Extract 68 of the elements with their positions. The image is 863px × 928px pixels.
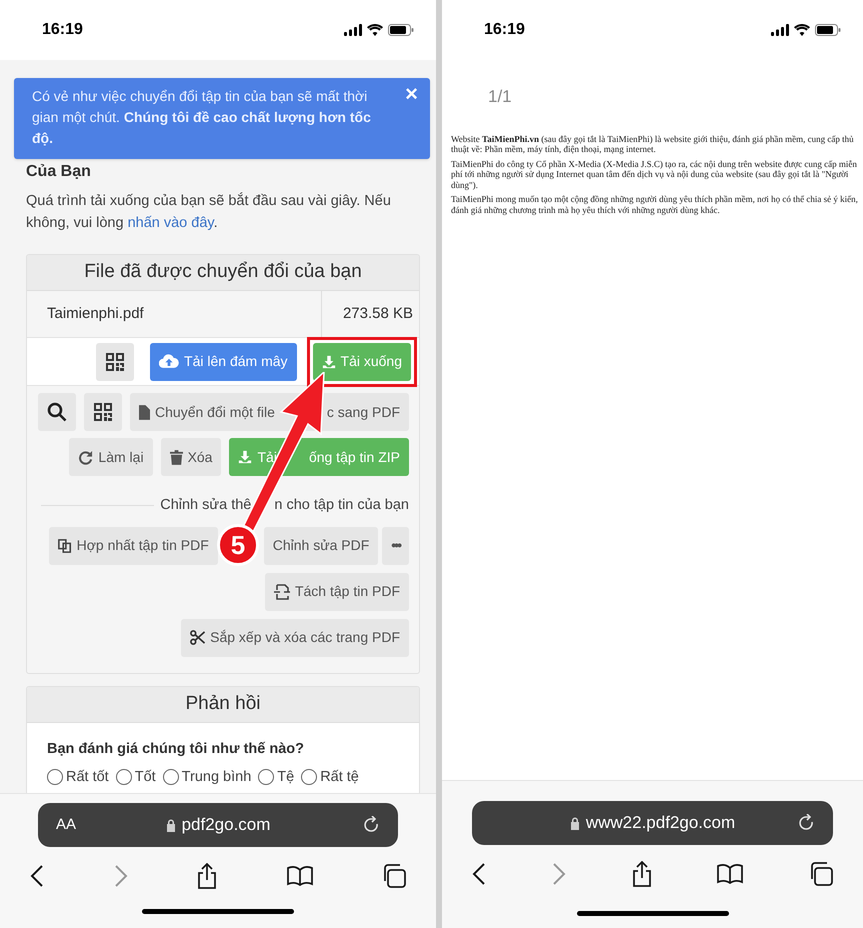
battery-icon (815, 24, 841, 36)
book-icon[interactable] (717, 864, 744, 884)
text-size-button[interactable]: AA (56, 814, 96, 836)
search-icon (47, 402, 68, 422)
action-button[interactable]: Làm lại (69, 438, 153, 476)
qr-code-icon (105, 352, 126, 372)
action-button[interactable]: Hợp nhất tập tin PDF (48, 526, 218, 565)
address-bar[interactable]: www22.pdf2go.com (472, 801, 833, 845)
tabs-icon[interactable] (382, 864, 406, 888)
card-title: File đã được chuyển đổi của bạn (27, 255, 419, 291)
back-icon[interactable] (472, 863, 486, 885)
document-paragraph: TaiMienPhi do công ty Cổ phần X-Media (X-Media J.S.C) tạo ra, các nội dung trên website được cung cấp miễn phí tới những người sử dụng Internet quan tâm đến dịch vụ và nội dung của website (sau đây gọi tắt là "Người dùng"). (451, 158, 858, 190)
share-icon[interactable] (632, 861, 652, 887)
forward-icon[interactable] (552, 863, 566, 885)
scissors-icon (190, 630, 206, 646)
forward-icon[interactable] (114, 865, 128, 887)
cloud-upload-icon (159, 354, 180, 369)
page-heading: Của Bạn (26, 162, 92, 182)
action-button[interactable]: Tải lên đám mây (150, 342, 297, 380)
split-icon (274, 584, 290, 600)
rating-question: Bạn đánh giá chúng tôi như thế nào? (47, 740, 305, 759)
address-bar[interactable]: AA pdf2go.com (38, 803, 398, 847)
url-text: www22.pdf2go.com (586, 812, 736, 834)
signal-icon (771, 24, 789, 36)
book-icon[interactable] (286, 866, 312, 886)
page-indicator: 1/1 (487, 86, 513, 108)
lock-icon (570, 816, 580, 830)
rating-option[interactable]: Tốt (116, 766, 156, 788)
action-button[interactable]: Sắp xếp và xóa các trang PDF (181, 618, 409, 657)
qr-code-button[interactable] (84, 393, 122, 431)
download-icon (238, 450, 252, 464)
search-button[interactable] (38, 393, 76, 431)
action-button[interactable]: Chỉnh sửa PDF (264, 526, 378, 565)
wifi-icon (794, 24, 810, 36)
battery-icon (388, 24, 414, 36)
wifi-icon (367, 24, 383, 36)
file-name: Taimienphi.pdf (46, 304, 145, 324)
status-time: 16:19 (484, 20, 525, 40)
rating-option[interactable]: Rất tệ (301, 766, 359, 788)
notice-text: Quá trình tải xuống của bạn sẽ bắt đầu sau vài giây. Nếu không, vui lòng nhấn vào đây. (26, 191, 392, 233)
qr-code-icon (93, 402, 114, 422)
download-icon (322, 354, 336, 368)
close-button[interactable]: × (405, 82, 418, 106)
redo-icon (78, 450, 94, 464)
rating-option[interactable]: Tệ (258, 766, 294, 788)
document-icon (139, 404, 150, 420)
url-text: pdf2go.com (182, 814, 270, 836)
signal-icon (344, 24, 362, 36)
trash-icon (170, 450, 183, 464)
action-button[interactable]: Tách tập tin PDF (264, 572, 409, 611)
copy-icon (58, 538, 72, 553)
card-title: Phản hồi (27, 686, 419, 723)
qr-code-button[interactable] (96, 342, 134, 380)
more-button[interactable]: ••• (382, 526, 409, 565)
lock-icon (166, 818, 176, 832)
file-size: 273.58 KB (321, 291, 419, 337)
notification-text: Có vẻ như việc chuyển đổi tập tin của bạn sẽ mất thời gian một chút. Chúng tôi đề cao chất lượng hơn tốc độ. (32, 87, 372, 148)
action-button[interactable]: Xóa (160, 438, 222, 476)
rating-option[interactable]: Trung bình (162, 766, 252, 788)
document-paragraph: Website TaiMienPhi.vn (sau đây gọi tắt là TaiMienPhi) là website giới thiệu, đánh giá phần mềm, cung cấp thủ thuật về: Phần mềm, máy tính, điện thoại, mạng internet. (451, 134, 855, 154)
back-icon[interactable] (30, 865, 44, 887)
document-paragraph: TaiMienPhi mong muốn tạo một cộng đồng những người dùng yêu thích phần mềm, nơi họ có thể chia sẻ ý kiến, đánh giá những chương trình mà họ yêu thích với những người dùng khác. (451, 194, 859, 215)
status-time: 16:19 (42, 20, 83, 40)
share-icon[interactable] (197, 863, 217, 889)
rating-option[interactable]: Rất tốt (47, 766, 109, 788)
click-here-link[interactable]: nhấn vào đây (128, 215, 214, 231)
section-caption: Chỉnh sửa thê n cho tập tin của bạn (160, 496, 409, 515)
tabs-icon[interactable] (809, 862, 833, 886)
